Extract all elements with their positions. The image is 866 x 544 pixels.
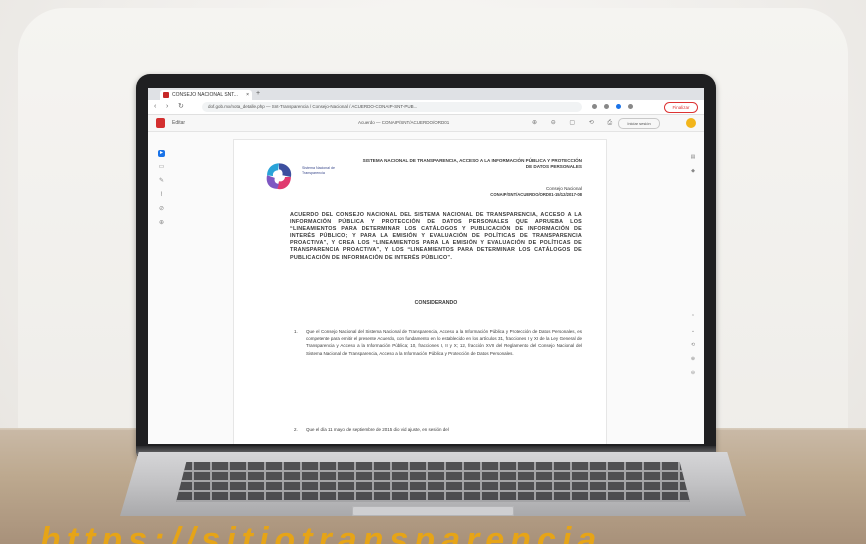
pdf-favicon-icon xyxy=(163,92,169,98)
new-tab-button[interactable]: + xyxy=(256,89,260,99)
menu-icon[interactable] xyxy=(628,104,633,109)
laptop-screen: CONSEJO NACIONAL SNT... × + ‹ › ↻ dof.go… xyxy=(148,88,704,444)
bookmarks-icon[interactable]: ◆ xyxy=(688,164,698,178)
photo-scene: CONSEJO NACIONAL SNT... × + ‹ › ↻ dof.go… xyxy=(0,0,866,544)
pdf-file-title: Acuerdo — CONAIP/SNT/ACUERDO/ORD01 xyxy=(358,120,450,125)
draw-tool-icon[interactable]: ✎ xyxy=(158,178,165,185)
document-title: ACUERDO DEL CONSEJO NACIONAL DEL SISTEMA… xyxy=(290,212,582,261)
pdf-left-rail: ▸ ▭ ✎ ⌇ ⊘ ⊕ xyxy=(156,150,168,234)
laptop-trackpad xyxy=(352,506,514,516)
paragraph-1: Que el Consejo Nacional del Sistema Naci… xyxy=(306,329,582,356)
select-tool-icon[interactable]: ▸ xyxy=(158,150,165,157)
rotate-icon[interactable]: ⟲ xyxy=(688,338,698,352)
section-heading: CONSIDERANDO xyxy=(414,300,458,306)
acuerdo-id: CONAIP/SNT/ACUERDO/ORD01-15/12/2017-08 xyxy=(490,192,582,197)
stamp-tool-icon[interactable]: ⊘ xyxy=(158,206,165,213)
close-icon[interactable]: × xyxy=(246,90,249,100)
pdf-right-rail: ▤ ◆ xyxy=(688,150,698,178)
zoom-in-icon[interactable]: ⊕ xyxy=(688,352,698,366)
snt-logo-icon xyxy=(266,163,292,190)
pdf-menu[interactable]: Editar xyxy=(172,119,185,127)
extension-icon[interactable] xyxy=(592,104,597,109)
document-header: SISTEMA NACIONAL DE TRANSPARENCIA, ACCES… xyxy=(362,158,582,169)
pdf-page: Sistema Nacional de Transparencia SISTEM… xyxy=(234,140,606,444)
pdf-tools-icons[interactable]: ⊕ ⊖ ▢ ⟲ ⎙ xyxy=(532,119,618,127)
zoom-tool-icon[interactable]: ⊕ xyxy=(158,220,165,227)
reload-icon[interactable]: ↻ xyxy=(178,102,184,112)
forward-icon[interactable]: › xyxy=(166,102,168,112)
tab-title: CONSEJO NACIONAL SNT... xyxy=(172,92,238,98)
text-tool-icon[interactable]: ⌇ xyxy=(158,192,165,199)
browser-toolbar: ‹ › ↻ dof.gob.mx/nota_detalle.php — Snt-… xyxy=(148,100,704,115)
keyboard-rows xyxy=(176,462,690,502)
zoom-out-icon[interactable]: ⊖ xyxy=(688,366,698,380)
back-icon[interactable]: ‹ xyxy=(154,102,156,112)
browser-tab[interactable]: CONSEJO NACIONAL SNT... × xyxy=(160,90,252,100)
paragraph-2: Que el día 11 mayo de septiembre de 2015… xyxy=(306,427,449,432)
thumbnails-icon[interactable]: ▤ xyxy=(688,150,698,164)
consejo-label: Consejo Nacional xyxy=(545,186,582,191)
item-number: 1. xyxy=(294,329,298,334)
footer-url-text: https://sitiotransparencia xyxy=(40,521,603,544)
avatar[interactable] xyxy=(686,118,696,128)
org-name: Sistema Nacional de Transparencia xyxy=(302,166,335,175)
star-icon[interactable] xyxy=(604,104,609,109)
browser-tab-bar: CONSEJO NACIONAL SNT... × + xyxy=(148,88,704,100)
comment-tool-icon[interactable]: ▭ xyxy=(158,164,165,171)
pdf-right-nav: ⌃ ⌄ ⟲ ⊕ ⊖ xyxy=(688,310,698,380)
finish-button[interactable]: Finalizar xyxy=(664,102,698,113)
page-down-icon[interactable]: ⌄ xyxy=(688,324,698,338)
sign-in-button[interactable]: Iniciar sesión xyxy=(618,118,660,129)
item-number: 2. xyxy=(294,427,298,432)
profile-icon[interactable] xyxy=(616,104,621,109)
acrobat-logo-icon xyxy=(156,118,165,128)
address-bar[interactable]: dof.gob.mx/nota_detalle.php — Snt-Transp… xyxy=(202,102,582,112)
pdf-toolbar: Editar Acuerdo — CONAIP/SNT/ACUERDO/ORD0… xyxy=(148,115,704,132)
page-up-icon[interactable]: ⌃ xyxy=(688,310,698,324)
